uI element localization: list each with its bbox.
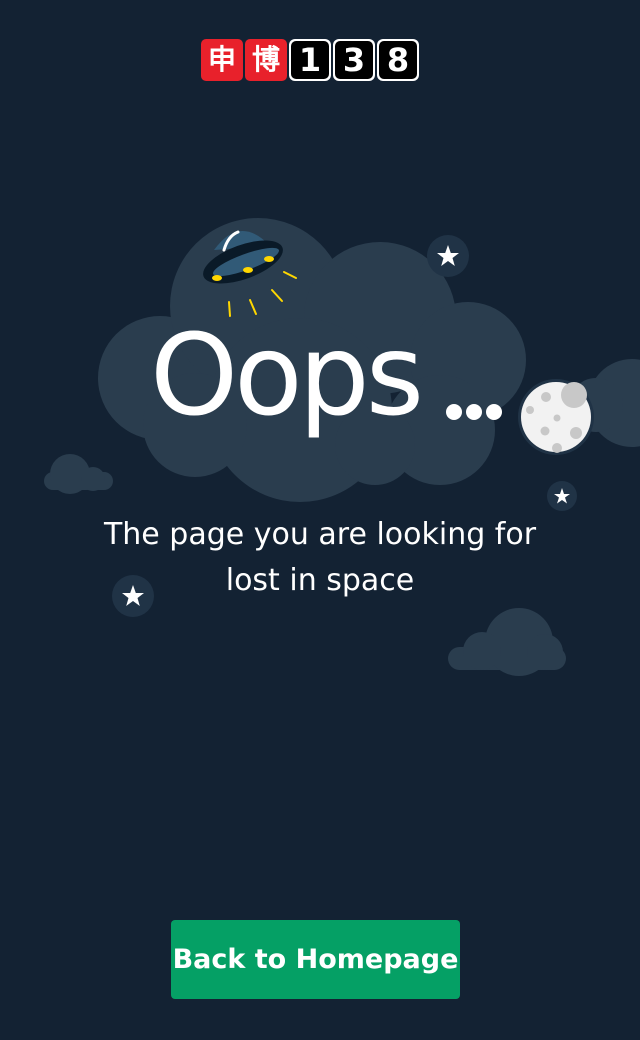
ellipsis-dots — [446, 404, 502, 420]
moon-icon — [518, 379, 594, 455]
error-message-line1: The page you are looking for — [103, 517, 537, 552]
error-title: Oops — [150, 311, 424, 441]
error-message: The page you are looking for lost in spa… — [90, 512, 550, 604]
error-message-line2: lost in space — [225, 563, 415, 598]
back-to-homepage-button[interactable]: Back to Homepage — [171, 920, 460, 999]
star-icon — [427, 235, 469, 277]
cloud-lower-right — [448, 608, 566, 676]
small-cloud-left — [44, 454, 113, 494]
star-icon — [547, 481, 577, 511]
